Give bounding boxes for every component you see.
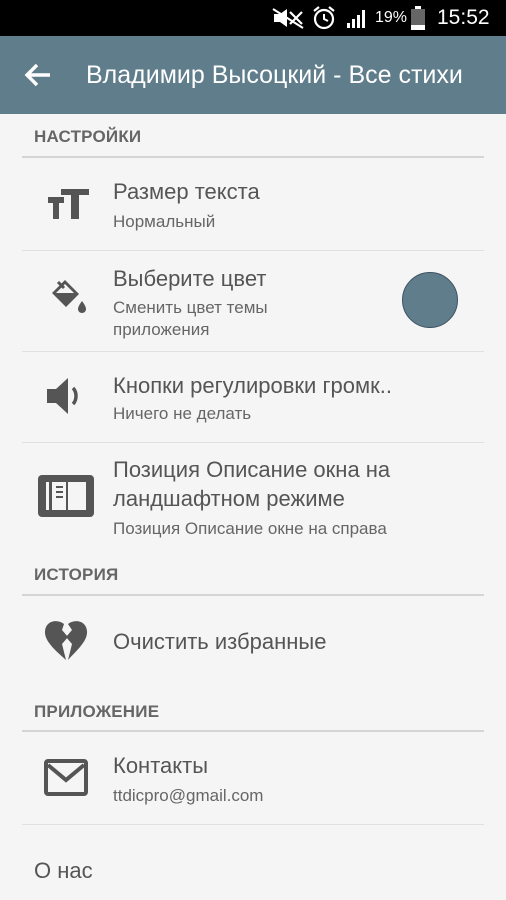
volume-icon bbox=[47, 378, 78, 414]
status-bar: 19% 15:52 bbox=[0, 0, 506, 36]
battery-percent: 19% bbox=[375, 9, 408, 26]
mute-icon bbox=[272, 8, 304, 29]
alarm-icon bbox=[313, 6, 335, 30]
pref-subtitle: Сменить цвет темы приложения bbox=[113, 298, 268, 339]
pref-description-position[interactable]: Позиция Описание окна на ландшафтном реж… bbox=[0, 443, 506, 553]
pref-title: Очистить избранные bbox=[113, 629, 327, 654]
back-arrow-icon[interactable] bbox=[20, 56, 58, 94]
section-header-settings: НАСТРОЙКИ bbox=[34, 127, 142, 146]
pref-text-size[interactable]: Размер текста Нормальный bbox=[0, 158, 506, 250]
section-header-history: ИСТОРИЯ bbox=[34, 565, 119, 584]
book-layout-icon bbox=[38, 475, 94, 517]
pref-subtitle: Позиция Описание окне на справа bbox=[113, 519, 387, 538]
pref-title: Кнопки регулировки громк.. bbox=[113, 373, 392, 398]
pref-about[interactable]: О нас bbox=[0, 825, 506, 900]
app-bar: Владимир Высоцкий - Все стихи bbox=[0, 36, 506, 114]
mail-icon bbox=[44, 759, 88, 796]
color-preview-swatch[interactable] bbox=[402, 272, 458, 328]
pref-title: Выберите цвет bbox=[113, 266, 267, 291]
battery-icon bbox=[411, 6, 425, 30]
pref-title-line-2: ландшафтном режиме bbox=[113, 486, 345, 511]
pref-title: Размер текста bbox=[113, 179, 260, 204]
pref-title-line-1: Позиция Описание окна на bbox=[113, 457, 391, 482]
text-size-icon bbox=[48, 189, 89, 219]
section-header-application: ПРИЛОЖЕНИЕ bbox=[34, 702, 160, 721]
pref-subtitle: Нормальный bbox=[113, 212, 216, 231]
signal-icon bbox=[347, 10, 365, 28]
clock: 15:52 bbox=[437, 6, 490, 29]
page-title: Владимир Высоцкий - Все стихи bbox=[86, 61, 463, 89]
pref-contacts[interactable]: Контакты ttdicpro@gmail.com bbox=[0, 732, 506, 824]
pref-clear-favorites[interactable]: Очистить избранные bbox=[0, 596, 506, 688]
pref-volume-buttons[interactable]: Кнопки регулировки громк.. Ничего не дел… bbox=[0, 352, 506, 442]
pref-subtitle: ttdicpro@gmail.com bbox=[113, 786, 264, 805]
pref-title: О нас bbox=[34, 858, 93, 883]
broken-heart-icon bbox=[44, 621, 88, 660]
pref-title: Контакты bbox=[113, 753, 209, 778]
pref-subtitle: Ничего не делать bbox=[113, 404, 252, 423]
paint-bucket-icon bbox=[52, 280, 86, 313]
